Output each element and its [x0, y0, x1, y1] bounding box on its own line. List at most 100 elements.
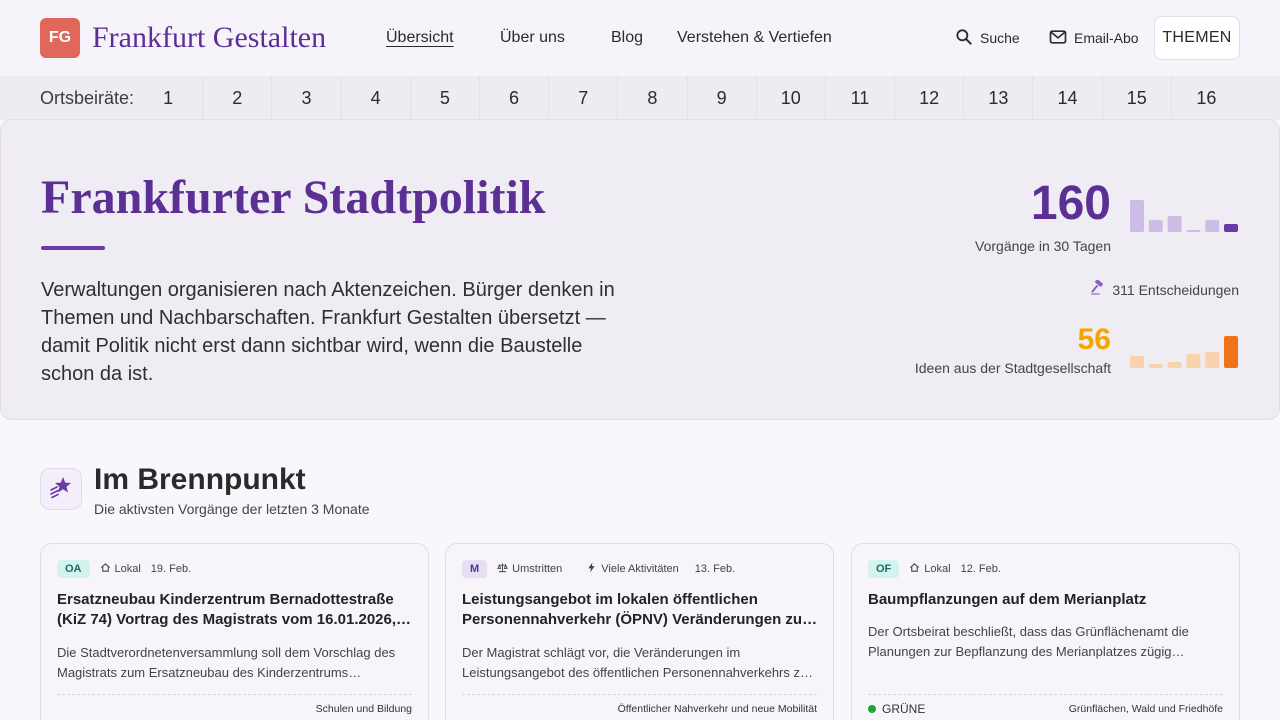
ideen-label: Ideen aus der Stadtgesellschaft — [914, 360, 1111, 376]
ortsbeirat-link-9[interactable]: 9 — [688, 76, 757, 120]
hero-title: Frankfurter Stadtpolitik — [41, 171, 546, 224]
party-label: GRÜNE — [882, 702, 926, 716]
meta-label: Lokal — [114, 563, 141, 575]
meta-viele-aktivitaeten: Viele Aktivitäten — [586, 562, 679, 576]
ortsbeirat-link-7[interactable]: 7 — [549, 76, 619, 120]
party-tag: GRÜNE — [868, 702, 925, 716]
ortsbeirat-link-8[interactable]: 8 — [618, 76, 688, 120]
card-title[interactable]: Ersatzneubau Kinderzentrum Bernadottestr… — [57, 590, 413, 630]
card-divider — [57, 694, 412, 695]
meta-label: Umstritten — [512, 563, 563, 575]
spark-bar — [1148, 220, 1163, 232]
nav-blog[interactable]: Blog — [611, 28, 643, 48]
vorgaenge-sparkline — [1130, 200, 1238, 232]
card-topic[interactable]: Schulen und Bildung — [316, 703, 412, 715]
meta-lokal: Lokal — [100, 562, 141, 576]
ortsbeirat-link-4[interactable]: 4 — [342, 76, 411, 120]
card-date: 19. Feb. — [150, 563, 192, 575]
home-icon — [909, 562, 920, 576]
card-meta: M Umstritten Viele Aktivitäten 13. Feb. — [462, 560, 735, 578]
brennpunkt-subtitle: Die aktivsten Vorgänge der letzten 3 Mon… — [94, 501, 370, 517]
hero-text: Verwaltungen organisieren nach Aktenzeic… — [41, 279, 615, 385]
meta-label: Viele Aktivitäten — [601, 563, 679, 575]
spark-bar — [1186, 230, 1201, 232]
search-icon — [954, 27, 974, 50]
ortsbeiraete-label: Ortsbeiräte: — [40, 88, 135, 108]
ortsbeirat-link-16[interactable]: 16 — [1172, 76, 1241, 120]
ortsbeirat-link-10[interactable]: 10 — [757, 76, 826, 120]
site-header: FG Frankfurt Gestalten Übersicht Über un… — [0, 0, 1280, 76]
ortsbeirat-link-12[interactable]: 12 — [895, 76, 965, 120]
card-divider — [462, 694, 817, 695]
brennpunkt-icon-box — [40, 468, 82, 510]
meta-umstritten: Umstritten — [497, 562, 562, 576]
meta-label: Lokal — [924, 563, 951, 575]
brennpunkt-title: Im Brennpunkt — [94, 463, 306, 496]
vorgaenge-count: 160 — [1030, 177, 1111, 230]
topic-card[interactable]: OF Lokal 12. Feb. Baumpflanzungen auf de… — [851, 543, 1240, 720]
hero-divider — [41, 246, 105, 250]
card-description: Der Magistrat schlägt vor, die Veränderu… — [462, 645, 808, 680]
search-label: Suche — [980, 30, 1020, 46]
card-title[interactable]: Baumpflanzungen auf dem Merianplatz — [868, 590, 1224, 610]
spark-bar — [1167, 216, 1182, 232]
ortsbeirat-link-6[interactable]: 6 — [480, 76, 550, 120]
card-date: 12. Feb. — [960, 563, 1001, 575]
ortsbeirat-link-3[interactable]: 3 — [272, 76, 342, 120]
ortsbeirat-link-13[interactable]: 13 — [964, 76, 1034, 120]
ortsbeirat-link-5[interactable]: 5 — [411, 76, 480, 120]
topic-card[interactable]: M Umstritten Viele Aktivitäten 13. Feb. … — [445, 543, 834, 720]
card-description: Die Stadtverordnetenversammlung soll dem… — [57, 645, 396, 680]
ideen-count: 56 — [1077, 323, 1111, 356]
meta-lokal: Lokal — [909, 562, 951, 576]
spark-bar — [1186, 354, 1201, 368]
card-date: 13. Feb. — [694, 563, 736, 575]
entscheidungen-stat: 311 Entscheidungen — [1090, 279, 1239, 299]
card-meta: OF Lokal 12. Feb. — [868, 560, 1001, 578]
spark-bar — [1130, 356, 1144, 368]
spark-bar — [1224, 224, 1238, 232]
themen-button[interactable]: THEMEN — [1154, 16, 1240, 60]
hero-panel: Frankfurter Stadtpolitik Verwaltungen or… — [0, 119, 1280, 420]
card-divider — [868, 694, 1223, 695]
ortsbeirat-badge: OA — [57, 560, 90, 578]
home-icon — [100, 562, 111, 576]
site-title[interactable]: Frankfurt Gestalten — [92, 20, 326, 56]
ortsbeirat-badge: OF — [868, 560, 900, 578]
ideen-sparkline — [1130, 336, 1238, 368]
email-label: Email-Abo — [1074, 30, 1139, 46]
party-dot — [868, 705, 876, 713]
card-description: Der Ortsbeirat beschließt, dass das Grün… — [868, 624, 1189, 659]
ortsbeirat-link-15[interactable]: 15 — [1103, 76, 1172, 120]
spark-bar — [1224, 336, 1238, 368]
vorgaenge-label: Vorgänge in 30 Tagen — [975, 238, 1111, 254]
card-topic[interactable]: Grünflächen, Wald und Friedhöfe — [1069, 703, 1223, 715]
entscheidungen-label: 311 Entscheidungen — [1112, 281, 1239, 298]
email-subscribe-button[interactable]: Email-Abo — [1048, 26, 1139, 50]
ortsbeiraete-list: 1 2 3 4 5 6 7 8 9 10 11 12 13 14 15 16 — [134, 76, 1241, 120]
spark-bar — [1167, 362, 1182, 368]
logo-badge[interactable]: FG — [40, 18, 80, 58]
nav-uebersicht[interactable]: Übersicht — [386, 28, 454, 48]
card-title[interactable]: Leistungsangebot im lokalen öffentlichen… — [462, 590, 818, 630]
ortsbeirat-link-14[interactable]: 14 — [1033, 76, 1103, 120]
gavel-icon — [1090, 279, 1106, 299]
mail-icon — [1048, 27, 1068, 50]
spark-bar — [1205, 352, 1220, 368]
magistrat-badge: M — [462, 560, 488, 578]
card-topic[interactable]: Öffentlicher Nahverkehr und neue Mobilit… — [618, 703, 817, 715]
lightning-icon — [586, 562, 597, 576]
ortsbeirat-link-1[interactable]: 1 — [134, 76, 204, 120]
spark-bar — [1148, 364, 1163, 368]
nav-ueber-uns[interactable]: Über uns — [500, 28, 565, 48]
nav-verstehen-vertiefen[interactable]: Verstehen & Vertiefen — [677, 28, 832, 48]
search-button[interactable]: Suche — [954, 26, 1020, 50]
scale-icon — [497, 562, 508, 576]
spark-bar — [1205, 220, 1220, 232]
ortsbeirat-link-2[interactable]: 2 — [203, 76, 273, 120]
spark-bar — [1130, 200, 1144, 232]
shooting-star-icon — [49, 475, 73, 504]
ortsbeiraete-bar: Ortsbeiräte: 1 2 3 4 5 6 7 8 9 10 11 12 13 14 15 16 — [0, 76, 1280, 120]
ortsbeirat-link-11[interactable]: 11 — [826, 76, 896, 120]
topic-card[interactable]: OA Lokal 19. Feb. Ersatzneubau Kinderzen… — [40, 543, 429, 720]
